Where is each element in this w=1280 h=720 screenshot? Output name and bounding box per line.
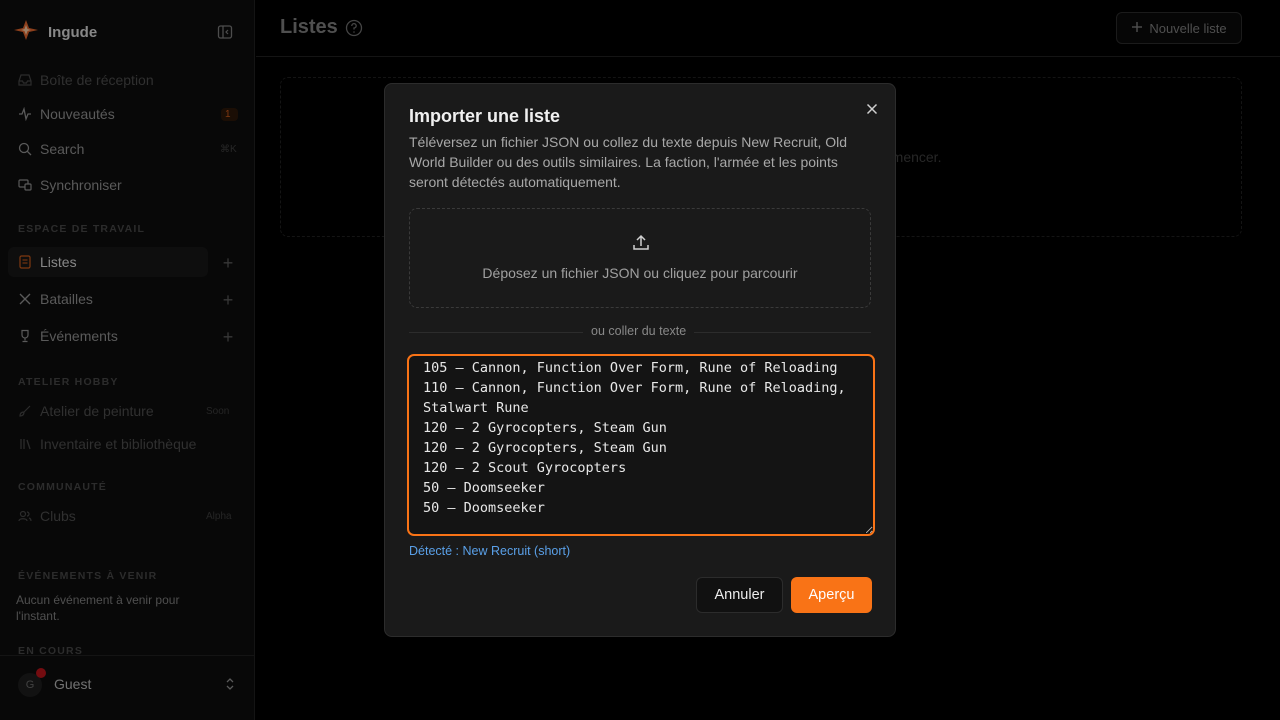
cancel-button[interactable]: Annuler <box>696 577 783 613</box>
upload-icon <box>631 233 651 253</box>
dialog-title: Importer une liste <box>409 106 561 126</box>
close-icon[interactable] <box>864 101 880 117</box>
file-dropzone[interactable]: Déposez un fichier JSON ou cliquez pour … <box>409 208 871 308</box>
detected-format-text: Détecté : New Recruit (short) <box>409 544 571 558</box>
preview-button[interactable]: Aperçu <box>791 577 872 613</box>
paste-text-area[interactable]: 105 – Cannon, Function Over Form, Rune o… <box>407 354 875 536</box>
dialog-description: Téléversez un fichier JSON ou collez du … <box>409 134 848 190</box>
divider-text: ou coller du texte <box>583 324 695 338</box>
import-list-dialog: Importer une liste Téléversez un fichier… <box>384 83 896 637</box>
dropzone-text: Déposez un fichier JSON ou cliquez pour … <box>482 265 798 281</box>
